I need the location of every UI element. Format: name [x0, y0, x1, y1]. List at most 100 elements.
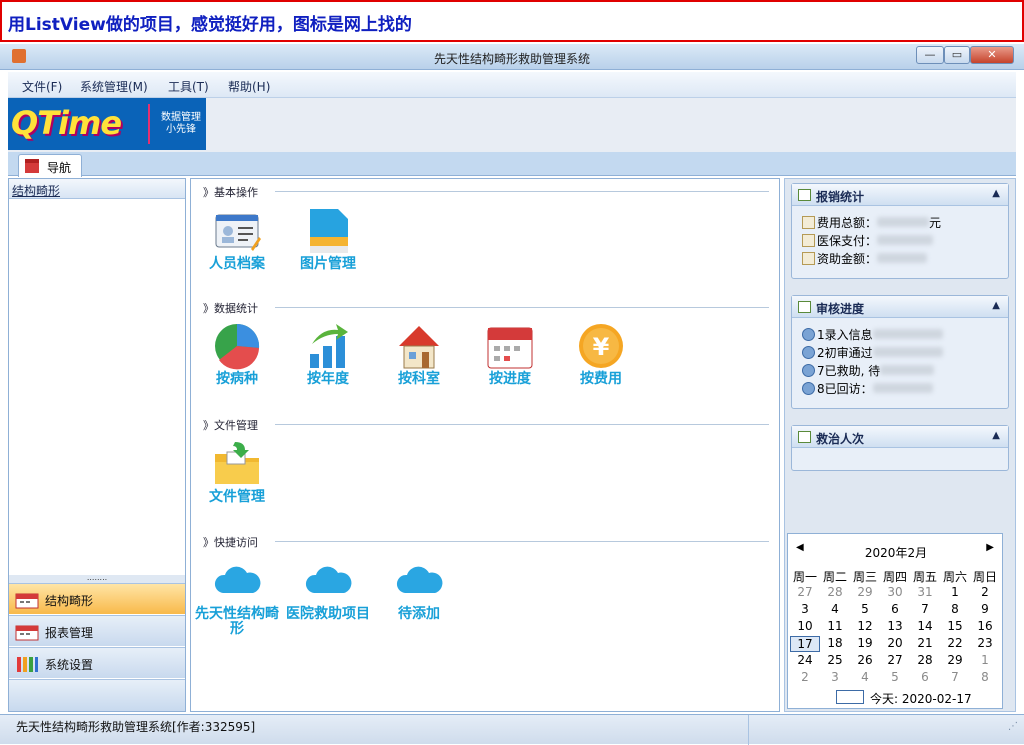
logo-brand: QTime [11, 104, 122, 142]
calendar-day[interactable]: 7 [940, 670, 970, 684]
calendar-day[interactable]: 4 [850, 670, 880, 684]
pencils-icon [17, 657, 38, 672]
calendar-day[interactable]: 22 [940, 636, 970, 650]
resize-grip-icon[interactable]: ⋰ [1008, 721, 1018, 732]
calendar-day[interactable]: 14 [910, 619, 940, 633]
calendar-day[interactable]: 18 [820, 636, 850, 650]
treatment-panel-header[interactable]: 救治人次 ▲ [792, 426, 1008, 448]
sidebar-tree-header[interactable]: 结构畸形 [9, 179, 185, 199]
svg-text:¥: ¥ [593, 333, 610, 361]
title-bar[interactable]: 先天性结构畸形救助管理系统 — ▭ ✕ [0, 44, 1024, 70]
collapse-icon[interactable]: ▲ [992, 300, 1000, 311]
splitter-grip[interactable]: ........ [9, 574, 185, 583]
tile-quick-add[interactable]: 待添加 [374, 557, 464, 637]
tile-by-year[interactable]: 按年度 [283, 322, 373, 402]
sidebar-button-empty[interactable] [9, 679, 185, 711]
tile-label: 先天性结构畸形 [195, 606, 279, 637]
maximize-button[interactable]: ▭ [944, 46, 970, 64]
month-calendar[interactable]: ◀ ▶ 2020年2月 周一 周二 周三 周四 周五 周六 周日 27 28 29 30 31 1 2 3 4… [787, 533, 1003, 709]
tree-node-label[interactable]: 结构畸形 [12, 182, 60, 199]
calendar-day[interactable]: 28 [820, 585, 850, 599]
tile-by-disease[interactable]: 按病种 [192, 322, 282, 402]
logo-subtitle-2: 小先锋 [166, 124, 196, 135]
sidebar-button-label: 结构畸形 [45, 594, 94, 608]
menu-file[interactable]: 文件(F) [22, 78, 62, 95]
calendar-day[interactable]: 1 [970, 653, 1000, 667]
calendar-day[interactable]: 17 [790, 636, 820, 652]
calendar-day[interactable]: 16 [970, 619, 1000, 633]
calendar-day[interactable]: 24 [790, 653, 820, 667]
tile-quick-hospital[interactable]: 医院救助项目 [283, 557, 373, 637]
calendar-day[interactable]: 30 [880, 585, 910, 599]
collapse-icon[interactable]: ▲ [992, 430, 1000, 441]
calendar-day[interactable]: 2 [970, 585, 1000, 599]
calendar-day[interactable]: 29 [940, 653, 970, 667]
weekday-header: 周日 [972, 570, 997, 584]
tile-by-department[interactable]: 按科室 [374, 322, 464, 402]
calendar-day[interactable]: 5 [880, 670, 910, 684]
tile-by-progress[interactable]: 按进度 [465, 322, 555, 402]
caption-banner: 用ListView做的项目，感觉挺好用，图标是网上找的 [0, 0, 1024, 42]
checklist-icon [798, 189, 811, 201]
calendar-day[interactable]: 7 [910, 602, 940, 616]
sidebar-button-structure[interactable]: 结构畸形 [9, 583, 185, 614]
menu-help[interactable]: 帮助(H) [228, 78, 270, 95]
sd-card-icon [310, 209, 348, 253]
calendar-day[interactable]: 5 [850, 602, 880, 616]
calendar-day[interactable]: 26 [850, 653, 880, 667]
tile-label: 待添加 [398, 606, 440, 622]
main-content: 》基本操作 人员档案 图片管理 》数据统计 按病种 按年度 按科室 按进度 ¥ … [190, 178, 780, 712]
tab-navigation[interactable]: 导航 [18, 154, 82, 177]
today-label[interactable]: 今天: 2020-02-17 [870, 690, 972, 707]
calendar-day[interactable]: 23 [970, 636, 1000, 650]
calendar-day[interactable]: 11 [820, 619, 850, 633]
calendar-day[interactable]: 13 [880, 619, 910, 633]
section-divider [275, 307, 769, 308]
menu-system[interactable]: 系统管理(M) [80, 78, 148, 95]
tile-label: 按病种 [216, 371, 258, 387]
calendar-day[interactable]: 15 [940, 619, 970, 633]
id-card-icon [215, 214, 261, 251]
calendar-day[interactable]: 20 [880, 636, 910, 650]
calendar-day[interactable]: 8 [940, 602, 970, 616]
calendar-day[interactable]: 27 [790, 585, 820, 599]
collapse-icon[interactable]: ▲ [992, 188, 1000, 199]
calendar-day[interactable]: 3 [820, 670, 850, 684]
tile-file-manage[interactable]: 文件管理 [192, 440, 282, 520]
calendar-day[interactable]: 31 [910, 585, 940, 599]
tile-by-cost[interactable]: ¥ 按费用 [556, 322, 646, 402]
weekday-header: 周一 [792, 570, 817, 584]
sidebar-button-reports[interactable]: 报表管理 [9, 615, 185, 646]
calendar-icon [487, 327, 533, 369]
calendar-day[interactable]: 27 [880, 653, 910, 667]
calendar-day[interactable]: 3 [790, 602, 820, 616]
sidebar-button-settings[interactable]: 系统设置 [9, 647, 185, 678]
calendar-day[interactable]: 2 [790, 670, 820, 684]
review-panel-header[interactable]: 审核进度 ▲ [792, 296, 1008, 318]
tile-quick-structure[interactable]: 先天性结构畸形 [192, 557, 282, 637]
calendar-day[interactable]: 28 [910, 653, 940, 667]
calendar-day[interactable]: 29 [850, 585, 880, 599]
calendar-day[interactable]: 6 [910, 670, 940, 684]
window-title: 先天性结构畸形救助管理系统 [433, 52, 590, 66]
tile-label: 文件管理 [209, 489, 265, 505]
calendar-day[interactable]: 12 [850, 619, 880, 633]
logo-divider [148, 104, 150, 144]
tile-person-file[interactable]: 人员档案 [192, 207, 282, 287]
calendar-day[interactable]: 9 [970, 602, 1000, 616]
calendar-day[interactable]: 8 [970, 670, 1000, 684]
calendar-day[interactable]: 25 [820, 653, 850, 667]
calendar-day[interactable]: 1 [940, 585, 970, 599]
calendar-day[interactable]: 10 [790, 619, 820, 633]
calendar-day[interactable]: 21 [910, 636, 940, 650]
tile-image-manage[interactable]: 图片管理 [283, 207, 373, 287]
calendar-day[interactable]: 6 [880, 602, 910, 616]
minimize-button[interactable]: — [916, 46, 944, 64]
close-button[interactable]: ✕ [970, 46, 1014, 64]
menu-bar: 文件(F) 系统管理(M) 工具(T) 帮助(H) [8, 72, 1016, 98]
calendar-day[interactable]: 4 [820, 602, 850, 616]
menu-tools[interactable]: 工具(T) [168, 78, 209, 95]
claims-panel-header[interactable]: 报销统计 ▲ [792, 184, 1008, 206]
tile-label: 人员档案 [209, 256, 265, 272]
calendar-day[interactable]: 19 [850, 636, 880, 650]
